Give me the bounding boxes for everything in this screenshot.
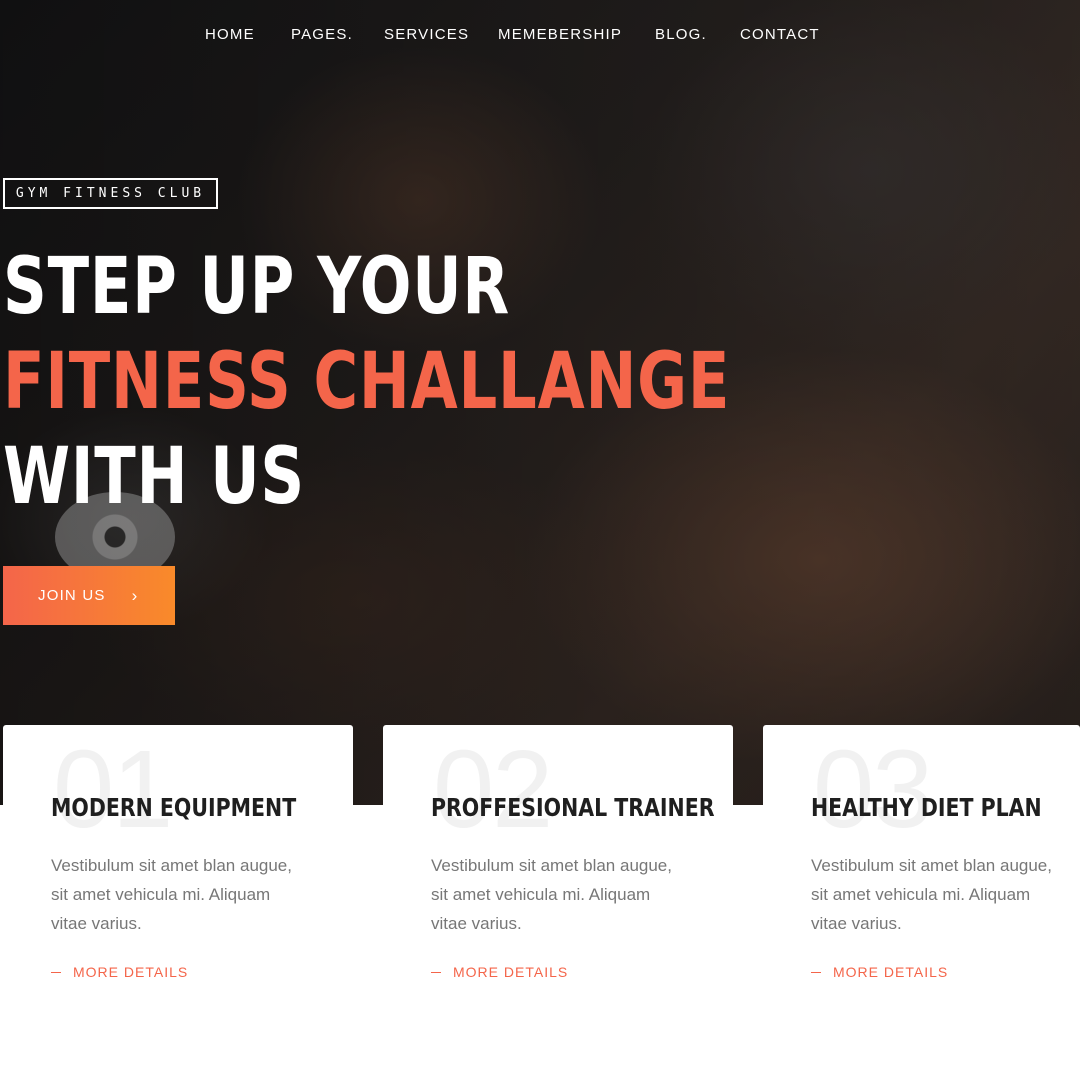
- nav-services[interactable]: SERVICES: [384, 26, 469, 43]
- nav-home[interactable]: HOME: [205, 26, 255, 43]
- main-nav: HOME PAGES. SERVICES MEMEBERSHIP BLOG. C…: [0, 26, 1080, 48]
- chevron-right-icon: ›: [131, 585, 139, 605]
- headline-line-1: STEP UP YOUR: [3, 242, 511, 332]
- hero-section: HOME PAGES. SERVICES MEMEBERSHIP BLOG. C…: [0, 0, 1080, 805]
- hero-badge: GYM FITNESS CLUB: [3, 178, 218, 209]
- feature-title: HEALTHY DIET PLAN: [811, 793, 1042, 822]
- more-details-label: MORE DETAILS: [833, 964, 949, 980]
- more-details-label: MORE DETAILS: [453, 964, 569, 980]
- join-us-label: JOIN US: [38, 587, 106, 604]
- join-us-button[interactable]: JOIN US ›: [3, 566, 175, 625]
- more-details-link[interactable]: MORE DETAILS: [51, 964, 188, 980]
- more-details-label: MORE DETAILS: [73, 964, 189, 980]
- more-details-link[interactable]: MORE DETAILS: [431, 964, 568, 980]
- headline-line-3: WITH US: [3, 432, 306, 522]
- dash-icon: [431, 971, 441, 973]
- nav-blog[interactable]: BLOG.: [655, 26, 707, 43]
- feature-title: PROFFESIONAL TRAINER: [431, 793, 715, 822]
- nav-contact[interactable]: CONTACT: [740, 26, 820, 43]
- feature-card-diet: 03 HEALTHY DIET PLAN Vestibulum sit amet…: [763, 725, 1080, 1025]
- more-details-link[interactable]: MORE DETAILS: [811, 964, 948, 980]
- feature-description: Vestibulum sit amet blan augue, sit amet…: [431, 856, 672, 933]
- feature-card-equipment: 01 MODERN EQUIPMENT Vestibulum sit amet …: [3, 725, 353, 1025]
- dash-icon: [51, 971, 61, 973]
- feature-number: 01: [53, 728, 173, 851]
- feature-card-trainer: 02 PROFFESIONAL TRAINER Vestibulum sit a…: [383, 725, 733, 1025]
- feature-number: 02: [433, 728, 553, 851]
- feature-description: Vestibulum sit amet blan augue, sit amet…: [51, 856, 292, 933]
- nav-pages[interactable]: PAGES.: [291, 26, 353, 43]
- feature-description: Vestibulum sit amet blan augue, sit amet…: [811, 856, 1052, 933]
- headline-line-2: FITNESS CHALLANGE: [3, 337, 731, 427]
- feature-title: MODERN EQUIPMENT: [51, 793, 297, 822]
- nav-membership[interactable]: MEMEBERSHIP: [498, 26, 622, 43]
- feature-number: 03: [813, 728, 933, 851]
- dash-icon: [811, 971, 821, 973]
- hero-headline: STEP UP YOUR FITNESS CHALLANGE WITH US: [3, 240, 935, 525]
